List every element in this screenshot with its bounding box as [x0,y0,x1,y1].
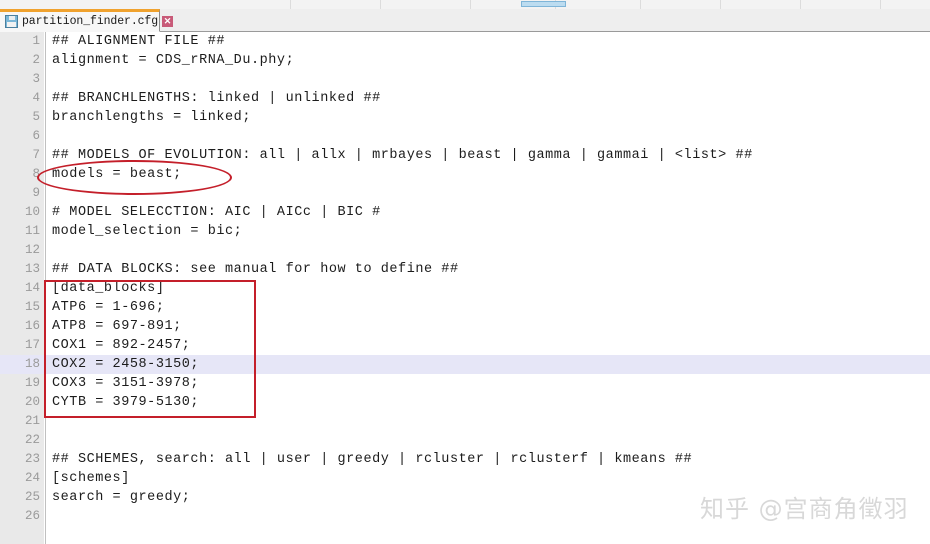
toolbar-separator [290,0,291,9]
code-editor[interactable]: 1 ## ALIGNMENT FILE ## 2 alignment = CDS_rR… [0,32,930,544]
line-number: 1 [32,34,40,48]
save-disk-icon [5,15,18,28]
line-text[interactable]: branchlengths = linked; [52,108,251,127]
line-number: 22 [24,433,40,447]
line-number: 10 [24,205,40,219]
line-number: 19 [24,376,40,390]
line-text[interactable]: model_selection = bic; [52,222,242,241]
line-text[interactable]: [data_blocks] [52,279,164,298]
toolbar-separator [380,0,381,9]
code-line[interactable]: 20 CYTB = 3979-5130; [0,393,930,412]
line-text[interactable]: ## SCHEMES, search: all | user | greedy … [52,450,692,469]
line-number: 13 [24,262,40,276]
line-number: 4 [32,91,40,105]
line-number: 16 [24,319,40,333]
code-line[interactable]: 11 model_selection = bic; [0,222,930,241]
code-line[interactable]: 19 COX3 = 3151-3978; [0,374,930,393]
line-text[interactable]: [schemes] [52,469,130,488]
line-text[interactable]: ## MODELS OF EVOLUTION: all | allx | mrb… [52,146,753,165]
line-text[interactable]: ## ALIGNMENT FILE ## [52,32,225,51]
line-text[interactable]: models = beast; [52,165,182,184]
line-number: 2 [32,53,40,67]
code-line[interactable]: 16 ATP8 = 697-891; [0,317,930,336]
tab-partition-finder-cfg[interactable]: partition_finder.cfg ✕ [0,9,174,32]
code-line[interactable]: 21 [0,412,930,431]
code-line[interactable]: 10 # MODEL SELECCTION: AIC | AICc | BIC # [0,203,930,222]
line-number: 24 [24,471,40,485]
line-text[interactable]: ATP8 = 697-891; [52,317,182,336]
code-line[interactable]: 9 [0,184,930,203]
line-number: 21 [24,414,40,428]
code-line[interactable]: 6 [0,127,930,146]
toolbar-separator [800,0,801,9]
code-line[interactable]: 3 [0,70,930,89]
code-line[interactable]: 24 [schemes] [0,469,930,488]
line-text[interactable]: ATP6 = 1-696; [52,298,164,317]
line-number: 12 [24,243,40,257]
code-line[interactable]: 15 ATP6 = 1-696; [0,298,930,317]
toolbar-separator [640,0,641,9]
line-number: 15 [24,300,40,314]
code-line[interactable]: 4 ## BRANCHLENGTHS: linked | unlinked ## [0,89,930,108]
code-line[interactable]: 8 models = beast; [0,165,930,184]
line-number: 9 [32,186,40,200]
code-line[interactable]: 22 [0,431,930,450]
toolbar-separator [880,0,881,9]
code-line[interactable]: 5 branchlengths = linked; [0,108,930,127]
close-icon[interactable]: ✕ [162,16,174,27]
code-line[interactable]: 7 ## MODELS OF EVOLUTION: all | allx | mr… [0,146,930,165]
line-text[interactable]: search = greedy; [52,488,190,507]
line-number: 23 [24,452,40,466]
watermark: 知乎 @宫商角徵羽 [700,495,909,523]
line-number: 26 [24,509,40,523]
line-number: 5 [32,110,40,124]
line-text[interactable]: COX1 = 892-2457; [52,336,190,355]
tab-bar: partition_finder.cfg ✕ [0,9,930,32]
line-text[interactable]: ## BRANCHLENGTHS: linked | unlinked ## [52,89,381,108]
line-number: 11 [24,224,40,238]
line-number: 7 [32,148,40,162]
line-text[interactable]: COX2 = 2458-3150; [52,355,199,374]
code-line[interactable]: 1 ## ALIGNMENT FILE ## [0,32,930,51]
code-line[interactable]: 12 [0,241,930,260]
line-number: 6 [32,129,40,143]
toolbar-separator [470,0,471,9]
code-line[interactable]: 17 COX1 = 892-2457; [0,336,930,355]
line-number: 17 [24,338,40,352]
line-number: 20 [24,395,40,409]
code-line[interactable]: 18 COX2 = 2458-3150; [0,355,930,374]
code-line[interactable]: 14 [data_blocks] [0,279,930,298]
code-line[interactable]: 13 ## DATA BLOCKS: see manual for how to … [0,260,930,279]
toolbar-separator [720,0,721,9]
line-text[interactable]: CYTB = 3979-5130; [52,393,199,412]
line-text[interactable]: ## DATA BLOCKS: see manual for how to de… [52,260,459,279]
line-number: 18 [24,357,40,371]
line-text[interactable]: # MODEL SELECCTION: AIC | AICc | BIC # [52,203,381,222]
code-text-area[interactable]: 1 ## ALIGNMENT FILE ## 2 alignment = CDS_rR… [0,32,930,544]
code-line[interactable]: 23 ## SCHEMES, search: all | user | greed… [0,450,930,469]
line-text[interactable]: alignment = CDS_rRNA_Du.phy; [52,51,294,70]
line-number: 25 [24,490,40,504]
line-number: 14 [24,281,40,295]
toolbar-selected-item[interactable] [521,1,566,7]
code-line[interactable]: 2 alignment = CDS_rRNA_Du.phy; [0,51,930,70]
line-text[interactable]: COX3 = 3151-3978; [52,374,199,393]
line-number: 3 [32,72,40,86]
tab-filename: partition_finder.cfg [22,15,159,28]
line-number: 8 [32,167,40,181]
